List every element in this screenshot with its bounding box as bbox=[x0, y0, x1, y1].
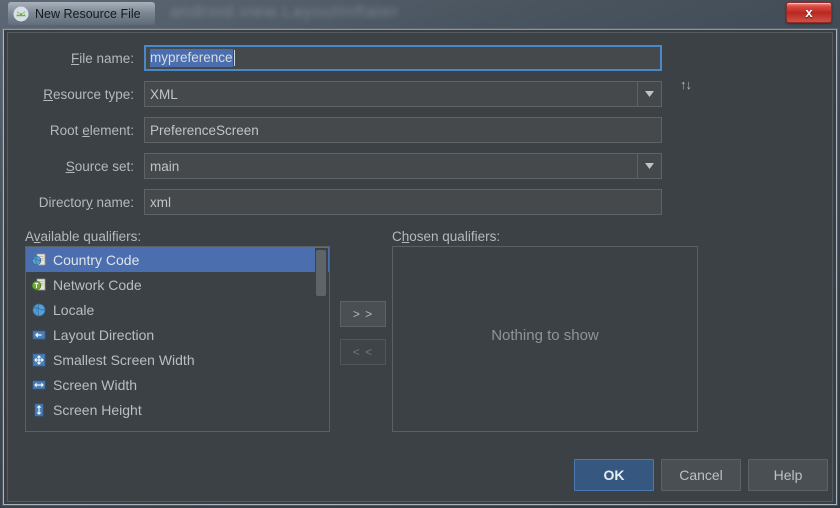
label-root-element: Root element: bbox=[49, 122, 134, 138]
chevron-down-icon[interactable] bbox=[637, 154, 661, 178]
form-row-root-element: Root element: PreferenceScreen bbox=[8, 115, 832, 145]
list-scrollbar[interactable] bbox=[315, 248, 328, 430]
list-item[interactable]: Network Code bbox=[26, 272, 329, 297]
add-qualifier-label: > > bbox=[352, 307, 374, 321]
directory-name-input[interactable]: xml bbox=[144, 189, 662, 215]
label-resource-type: Resource type: bbox=[43, 86, 134, 102]
root-element-input[interactable]: PreferenceScreen bbox=[144, 117, 662, 143]
network-page-icon bbox=[31, 277, 47, 293]
file-name-value: mypreference bbox=[150, 49, 233, 67]
form-row-resource-type: Resource type: XML bbox=[8, 79, 832, 109]
list-item[interactable]: Locale bbox=[26, 297, 329, 322]
list-item-label: Smallest Screen Width bbox=[53, 351, 195, 368]
text-caret bbox=[233, 50, 235, 66]
list-item-label: Locale bbox=[53, 301, 95, 318]
label-file-name: File name: bbox=[70, 50, 134, 66]
list-item-label: Screen Width bbox=[53, 376, 138, 393]
empty-state-text: Nothing to show bbox=[491, 327, 599, 344]
form-row-source-set: Source set: main bbox=[8, 151, 832, 181]
file-name-input[interactable]: mypreference bbox=[144, 45, 662, 71]
help-label: Help bbox=[773, 467, 803, 483]
list-item-label: Layout Direction bbox=[53, 326, 155, 343]
list-item-label: Screen Height bbox=[53, 401, 142, 418]
list-item[interactable]: Country Code bbox=[26, 247, 329, 272]
help-button[interactable]: Help bbox=[748, 459, 828, 491]
screen-height-icon bbox=[31, 402, 47, 418]
directory-name-value: xml bbox=[150, 194, 171, 210]
source-set-select[interactable]: main bbox=[144, 153, 662, 179]
window-title: New Resource File bbox=[35, 6, 141, 21]
resource-type-value: XML bbox=[150, 86, 178, 102]
available-qualifiers-label: Available qualifiers: bbox=[25, 229, 142, 244]
source-set-value: main bbox=[150, 158, 180, 174]
android-studio-icon bbox=[13, 6, 29, 22]
smallest-width-icon bbox=[31, 352, 47, 368]
label-source-set: Source set: bbox=[65, 158, 134, 174]
dialog-window: New Resource File x File name: myprefere… bbox=[0, 0, 840, 508]
list-item[interactable]: Screen Width bbox=[26, 372, 329, 397]
close-icon: x bbox=[805, 5, 813, 20]
list-item[interactable]: Smallest Screen Width bbox=[26, 347, 329, 372]
remove-qualifier-button[interactable]: < < bbox=[340, 339, 386, 365]
add-qualifier-button[interactable]: > > bbox=[340, 301, 386, 327]
list-item[interactable]: Layout Direction bbox=[26, 322, 329, 347]
cancel-label: Cancel bbox=[679, 467, 723, 483]
list-item[interactable]: Screen Height bbox=[26, 397, 329, 422]
chevron-down-icon[interactable] bbox=[637, 82, 661, 106]
dialog-content: File name: mypreference ↑↓ Resource type… bbox=[8, 33, 832, 501]
ok-button[interactable]: OK bbox=[574, 459, 654, 491]
title-bar: New Resource File x bbox=[0, 0, 840, 29]
dialog-frame: File name: mypreference ↑↓ Resource type… bbox=[3, 29, 837, 505]
globe-icon bbox=[31, 302, 47, 318]
list-item-label: Network Code bbox=[53, 276, 142, 293]
label-directory-name: Directory name: bbox=[38, 194, 134, 210]
form-row-directory-name: Directory name: xml bbox=[8, 187, 832, 217]
list-item-label: Country Code bbox=[53, 251, 140, 268]
root-element-value: PreferenceScreen bbox=[150, 122, 259, 138]
remove-qualifier-label: < < bbox=[352, 345, 374, 359]
dialog-body: File name: mypreference ↑↓ Resource type… bbox=[7, 32, 833, 502]
close-button[interactable]: x bbox=[786, 2, 832, 23]
scrollbar-thumb[interactable] bbox=[316, 250, 326, 296]
layout-direction-icon bbox=[31, 327, 47, 343]
available-qualifiers-list[interactable]: Country Code Network Code Locale Layout … bbox=[25, 246, 330, 432]
chosen-qualifiers-list[interactable]: Nothing to show bbox=[392, 246, 698, 432]
ok-label: OK bbox=[603, 467, 625, 483]
chosen-qualifiers-label: Chosen qualifiers: bbox=[392, 229, 501, 244]
screen-width-icon bbox=[31, 377, 47, 393]
form-row-file-name: File name: mypreference bbox=[8, 43, 832, 73]
globe-page-icon bbox=[31, 252, 47, 268]
cancel-button[interactable]: Cancel bbox=[661, 459, 741, 491]
title-chip: New Resource File bbox=[8, 2, 155, 25]
resource-type-select[interactable]: XML bbox=[144, 81, 662, 107]
